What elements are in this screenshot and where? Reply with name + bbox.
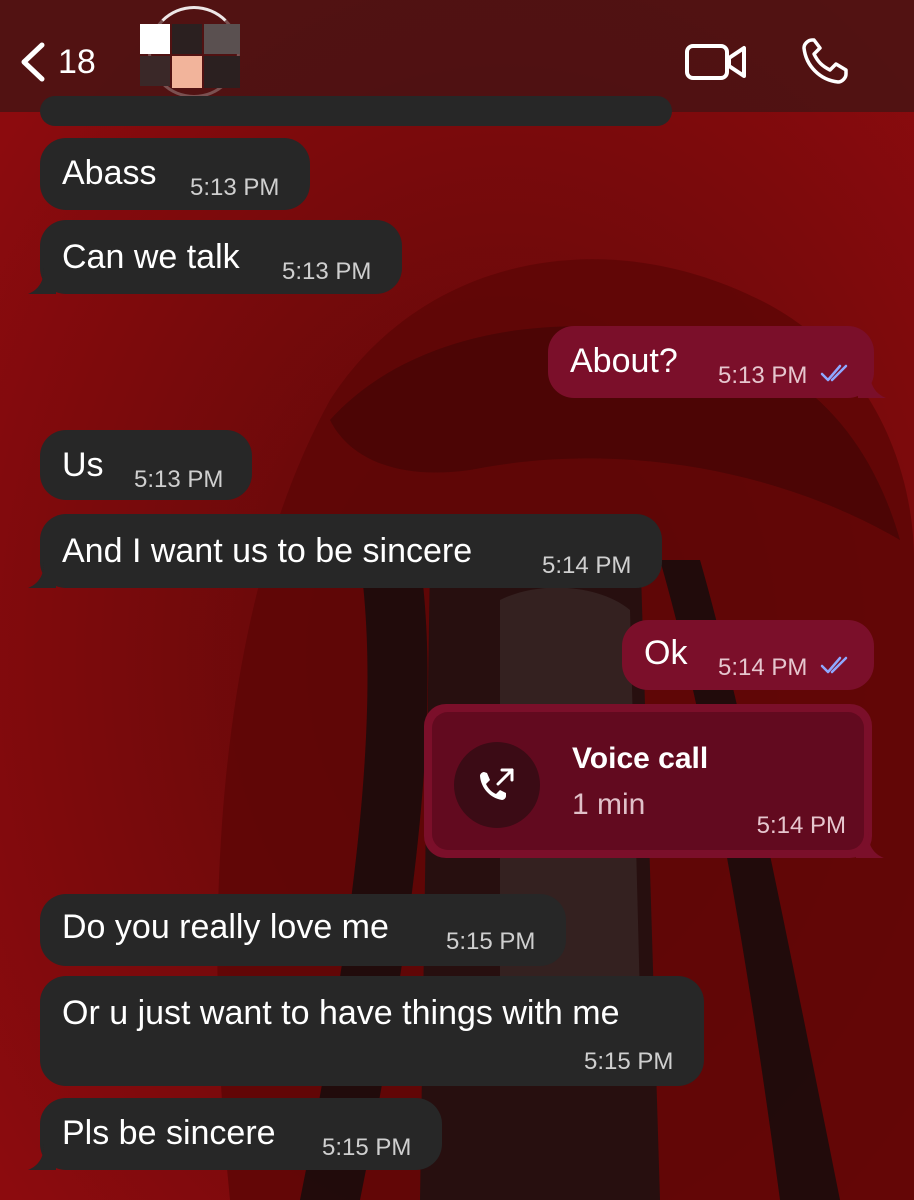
message-time: 5:15 PM [322, 1134, 412, 1161]
voice-call-duration: 1 min [572, 788, 646, 821]
message-bubble-outgoing[interactable]: About? 5:13 PM [548, 326, 886, 398]
message-bubble-incoming[interactable]: Or u just want to have things with me 5:… [40, 976, 704, 1086]
message-time: 5:13 PM [134, 466, 224, 493]
message-time: 5:13 PM [718, 362, 808, 389]
message-time: 5:15 PM [584, 1048, 674, 1075]
avatar-pixel [140, 24, 170, 54]
message-text: Can we talk [62, 238, 240, 276]
message-bubble-incoming[interactable]: Us 5:13 PM [40, 430, 252, 500]
read-checkmarks-icon [820, 656, 848, 674]
avatar-pixel [172, 56, 202, 88]
message-bubble-incoming[interactable] [40, 96, 672, 126]
message-time: 5:14 PM [718, 654, 808, 681]
message-text: Abass [62, 154, 157, 192]
message-time: 5:13 PM [190, 174, 280, 201]
message-text: Or u just want to have things with me [62, 994, 620, 1032]
bubble-tail [28, 1144, 56, 1170]
voice-call-button[interactable] [800, 36, 852, 86]
message-bubble-incoming[interactable]: Abass 5:13 PM [40, 138, 310, 210]
message-bubble-outgoing[interactable]: Ok 5:14 PM [622, 620, 874, 690]
chevron-left-icon [21, 42, 45, 82]
back-button[interactable]: 18 [16, 36, 106, 88]
outgoing-call-icon [480, 768, 514, 800]
bubble-tail [28, 268, 56, 294]
message-text: Ok [644, 634, 688, 672]
call-icon-circle [454, 742, 540, 828]
message-bubble-incoming[interactable]: And I want us to be sincere 5:14 PM [28, 514, 662, 588]
message-text: About? [570, 342, 678, 380]
voice-call-title: Voice call [572, 742, 709, 775]
message-bubble-incoming[interactable]: Can we talk 5:13 PM [28, 220, 402, 294]
message-text: Pls be sincere [62, 1114, 276, 1152]
voice-call-card: Voice call 1 min 5:14 PM [432, 712, 864, 850]
message-bubble-incoming[interactable]: Do you really love me 5:15 PM [40, 894, 566, 966]
message-time: 5:15 PM [446, 928, 536, 955]
message-time: 5:13 PM [282, 258, 372, 285]
message-bubble-incoming[interactable]: Pls be sincere 5:15 PM [28, 1098, 442, 1170]
bubble-tail [858, 372, 886, 398]
contact-avatar[interactable] [140, 6, 248, 110]
message-text: Do you really love me [62, 908, 389, 946]
avatar-pixel [140, 56, 170, 86]
read-checkmarks-icon [820, 364, 848, 382]
message-time: 5:14 PM [542, 552, 632, 579]
message-time: 5:14 PM [756, 812, 846, 839]
avatar-pixel [204, 56, 240, 88]
message-text: Us [62, 446, 104, 484]
voice-call-message[interactable]: Voice call 1 min 5:14 PM [424, 704, 884, 858]
avatar-pixel [204, 24, 240, 54]
avatar-pixel [172, 24, 202, 54]
unread-count: 18 [58, 42, 96, 81]
bubble-tail [28, 562, 56, 588]
message-text: And I want us to be sincere [62, 532, 473, 570]
video-call-button[interactable] [684, 40, 748, 84]
